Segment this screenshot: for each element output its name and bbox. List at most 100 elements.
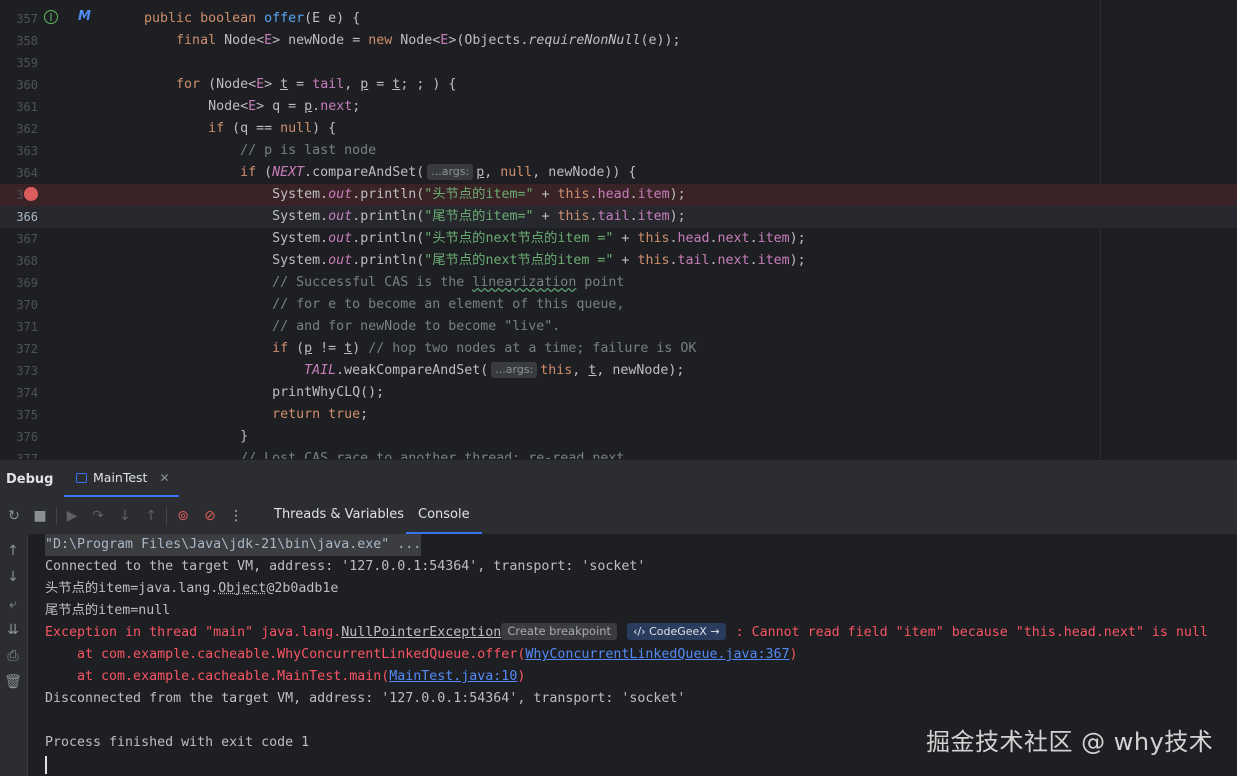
run-config-icon bbox=[76, 472, 87, 483]
line-number[interactable]: 376 bbox=[0, 426, 38, 448]
text-caret bbox=[45, 756, 47, 774]
line-number[interactable]: 360 bbox=[0, 74, 38, 96]
code-line[interactable]: 372 if (p != t) // hop two nodes at a ti… bbox=[0, 338, 1237, 360]
line-number[interactable]: 361 bbox=[0, 96, 38, 118]
breakpoint-icon[interactable] bbox=[24, 187, 38, 201]
stacktrace-link[interactable]: WhyConcurrentLinkedQueue.java:367 bbox=[525, 647, 789, 662]
code-editor[interactable]: 357 public boolean offer(E e) {358 final… bbox=[0, 0, 1237, 459]
line-number[interactable]: 375 bbox=[0, 404, 38, 426]
line-number[interactable]: 377 bbox=[0, 448, 38, 459]
debug-tool-window-header: Debug MainTest ✕ bbox=[0, 459, 1237, 499]
code-line[interactable]: 367 System.out.println("头节点的next节点的item … bbox=[0, 228, 1237, 250]
code-text: printWhyCLQ(); bbox=[112, 385, 385, 400]
tab-console[interactable]: Console bbox=[406, 498, 482, 534]
code-text: TAIL.weakCompareAndSet(...args: this, t, … bbox=[304, 362, 685, 378]
codegeex-button[interactable]: ‹/› CodeGeeX → bbox=[627, 623, 726, 640]
debug-title: Debug bbox=[6, 472, 54, 487]
more-options-icon[interactable]: ⋮ bbox=[227, 507, 245, 525]
code-text: return true; bbox=[272, 407, 369, 422]
toolbar-divider bbox=[56, 507, 57, 525]
code-line[interactable]: 364 if (NEXT.compareAndSet(...args: p, nu… bbox=[0, 162, 1237, 184]
create-breakpoint-button[interactable]: Create breakpoint bbox=[501, 623, 618, 640]
code-text: // Successful CAS is the linearization p… bbox=[272, 275, 625, 290]
code-text: public boolean offer(E e) { bbox=[144, 11, 361, 26]
code-line[interactable]: 377 // Lost CAS race to another thread; … bbox=[0, 448, 1237, 459]
line-number[interactable]: 362 bbox=[0, 118, 38, 140]
close-icon[interactable]: ✕ bbox=[159, 471, 169, 485]
line-number[interactable]: 373 bbox=[0, 360, 38, 382]
code-line[interactable]: 357 public boolean offer(E e) { bbox=[0, 8, 1237, 30]
code-line[interactable]: 362 if (q == null) { bbox=[0, 118, 1237, 140]
line-number[interactable]: 367 bbox=[0, 228, 38, 250]
line-number[interactable]: 358 bbox=[0, 30, 38, 52]
line-number[interactable]: 366 bbox=[0, 206, 38, 228]
code-text: // p is last node bbox=[240, 143, 377, 158]
line-number[interactable]: 363 bbox=[0, 140, 38, 162]
scroll-to-end-icon[interactable]: ⇊ bbox=[4, 621, 22, 639]
code-text: System.out.println("头节点的next节点的item =" +… bbox=[112, 231, 806, 246]
code-line[interactable]: 363 // p is last node bbox=[0, 140, 1237, 162]
arrow-up-icon[interactable]: ↑ bbox=[4, 542, 22, 560]
code-line[interactable]: 365 System.out.println("头节点的item=" + thi… bbox=[0, 184, 1237, 206]
stop-icon[interactable]: ■ bbox=[31, 507, 49, 525]
code-line[interactable]: 376 } bbox=[0, 426, 1237, 448]
parameter-hint: ...args: bbox=[427, 164, 474, 180]
code-text: if (q == null) { bbox=[208, 121, 337, 136]
console-line: at com.example.cacheable.WhyConcurrentLi… bbox=[45, 647, 798, 662]
tab-threads-variables[interactable]: Threads & Variables bbox=[262, 498, 416, 532]
code-line[interactable]: 370 // for e to become an element of thi… bbox=[0, 294, 1237, 316]
code-text: for (Node<E> t = tail, p = t; ; ) { bbox=[176, 77, 457, 92]
code-line[interactable]: 361 Node<E> q = p.next; bbox=[0, 96, 1237, 118]
code-text: System.out.println("头节点的item=" + this.he… bbox=[112, 187, 686, 202]
code-text: if (NEXT.compareAndSet(...args: p, null, … bbox=[240, 164, 637, 180]
line-number[interactable]: 374 bbox=[0, 382, 38, 404]
code-line[interactable]: 358 final Node<E> newNode = new Node<E>(… bbox=[0, 30, 1237, 52]
console-side-toolbar: ↑ ↓ ⤶ ⇊ ⎙ 🗑 bbox=[0, 534, 27, 776]
code-text: final Node<E> newNode = new Node<E>(Obje… bbox=[176, 33, 681, 48]
code-line[interactable]: 374 printWhyCLQ(); bbox=[0, 382, 1237, 404]
step-over-icon[interactable]: ↷ bbox=[89, 507, 107, 525]
code-text: // and for newNode to become "live". bbox=[272, 319, 561, 334]
code-line[interactable]: 366 System.out.println("尾节点的item=" + thi… bbox=[0, 206, 1237, 228]
resume-icon[interactable]: ▶ bbox=[63, 507, 81, 525]
watermark: 掘金技术社区 @ why技术 bbox=[926, 728, 1214, 756]
console-line: Disconnected from the target VM, address… bbox=[45, 691, 686, 706]
code-line[interactable]: 373 TAIL.weakCompareAndSet(...args: this,… bbox=[0, 360, 1237, 382]
code-line[interactable]: 375 return true; bbox=[0, 404, 1237, 426]
stacktrace-link[interactable]: MainTest.java:10 bbox=[389, 669, 517, 684]
line-number[interactable]: 368 bbox=[0, 250, 38, 272]
line-number[interactable]: 359 bbox=[0, 52, 38, 74]
tab-session-maintest[interactable]: MainTest ✕ bbox=[64, 460, 179, 497]
parameter-hint: ...args: bbox=[491, 362, 538, 378]
code-text: } bbox=[112, 429, 249, 444]
code-text: if (p != t) // hop two nodes at a time; … bbox=[272, 341, 697, 356]
implements-icon[interactable]: I bbox=[44, 10, 58, 24]
ai-assist-icon[interactable]: M bbox=[78, 10, 91, 24]
arrow-down-icon[interactable]: ↓ bbox=[4, 568, 22, 586]
code-line[interactable]: 371 // and for newNode to become "live". bbox=[0, 316, 1237, 338]
mute-breakpoints-icon[interactable]: ⊘ bbox=[201, 507, 219, 525]
line-number[interactable]: 357 bbox=[0, 8, 38, 30]
code-line[interactable]: 369 // Successful CAS is the linearizati… bbox=[0, 272, 1237, 294]
code-text: // for e to become an element of this qu… bbox=[272, 297, 625, 312]
soft-wrap-icon[interactable]: ⤶ bbox=[4, 595, 22, 613]
line-number[interactable]: 371 bbox=[0, 316, 38, 338]
code-line[interactable]: 360 for (Node<E> t = tail, p = t; ; ) { bbox=[0, 74, 1237, 96]
code-text: System.out.println("尾节点的item=" + this.ta… bbox=[112, 209, 686, 224]
code-text: System.out.println("尾节点的next节点的item =" +… bbox=[112, 253, 806, 268]
line-number[interactable]: 370 bbox=[0, 294, 38, 316]
console-line: Exception in thread "main" java.lang.Nul… bbox=[45, 623, 1208, 640]
console-line: 头节点的item=java.lang.Object@2b0adb1e bbox=[45, 581, 339, 596]
print-icon[interactable]: ⎙ bbox=[4, 647, 22, 665]
trash-icon[interactable]: 🗑 bbox=[4, 673, 22, 691]
step-into-icon[interactable]: ↓ bbox=[116, 507, 134, 525]
step-out-icon[interactable]: ↑ bbox=[142, 507, 160, 525]
view-breakpoints-icon[interactable]: ⊚ bbox=[174, 507, 192, 525]
line-number[interactable]: 372 bbox=[0, 338, 38, 360]
line-number[interactable]: 364 bbox=[0, 162, 38, 184]
line-number[interactable]: 369 bbox=[0, 272, 38, 294]
code-line[interactable]: 368 System.out.println("尾节点的next节点的item … bbox=[0, 250, 1237, 272]
code-line[interactable]: 359 bbox=[0, 52, 1237, 74]
rerun-icon[interactable]: ↻ bbox=[5, 507, 23, 525]
code-text: Node<E> q = p.next; bbox=[112, 99, 361, 114]
